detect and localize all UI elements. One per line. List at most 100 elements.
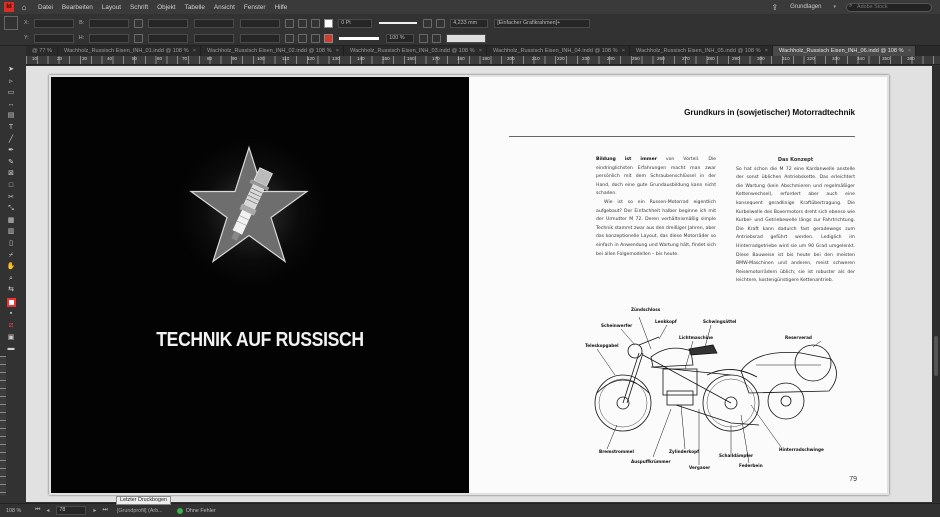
close-icon[interactable]: × xyxy=(193,46,196,56)
zoom-tool-icon[interactable]: ⌕ xyxy=(7,275,16,283)
menu-hilfe[interactable]: Hilfe xyxy=(275,4,288,11)
stock-search-input[interactable]: ⌕ Adobe Stock xyxy=(846,2,932,12)
text-column-left[interactable]: Bildung ist immer von Vorteil. Die eindr… xyxy=(596,156,716,259)
wrap-icon[interactable] xyxy=(432,33,442,43)
tab-document-2[interactable]: Wachholz_Russisch Eisen_INH_02.indd @ 10… xyxy=(201,46,344,56)
opacity-field[interactable]: 100 % xyxy=(386,33,415,43)
flip-vertical-icon[interactable] xyxy=(298,33,308,43)
stroke-type-preview[interactable] xyxy=(379,22,418,24)
rectangle-frame-tool-icon[interactable]: ⊠ xyxy=(7,170,16,178)
menu-datei[interactable]: Datei xyxy=(38,4,53,11)
scissors-tool-icon[interactable]: ✂ xyxy=(7,194,16,202)
rotate-icon[interactable] xyxy=(285,18,295,28)
menu-ansicht[interactable]: Ansicht xyxy=(214,4,235,11)
zoom-level[interactable]: 108 % xyxy=(6,508,32,514)
rotation-2-field[interactable] xyxy=(194,33,235,43)
stroke-swatch[interactable] xyxy=(324,33,334,43)
scale-y-field[interactable] xyxy=(148,33,189,43)
profile-selector[interactable]: [Grundprofil] (Arb... xyxy=(117,508,163,514)
tab-document-6-active[interactable]: Wachholz_Russisch Eisen_INH_06.indd @ 10… xyxy=(773,46,916,56)
stroke-style-preview[interactable] xyxy=(339,36,380,40)
next-page-icon[interactable]: ▸ xyxy=(93,507,96,514)
horizontal-ruler[interactable]: 10 20 30 40 50 60 70 80 90 100 110 120 130 140 150 160 1… xyxy=(26,56,940,65)
rectangle-tool-icon[interactable]: □ xyxy=(7,182,16,190)
link-icon[interactable] xyxy=(134,33,144,43)
constrain-proportions-icon[interactable] xyxy=(134,18,144,28)
cover-title[interactable]: TECHNIK AUF RUSSISCH xyxy=(76,329,444,352)
tab-document-1[interactable]: Wachholz_Russisch Eisen_INH_01.indd @ 10… xyxy=(58,46,201,56)
close-icon[interactable]: × xyxy=(622,46,625,56)
menu-layout[interactable]: Layout xyxy=(102,4,121,11)
reference-point-icon[interactable] xyxy=(4,16,18,30)
page-tool-icon[interactable]: ▭ xyxy=(7,89,16,97)
chevron-down-icon[interactable]: ▾ xyxy=(833,4,836,10)
scale-x-field[interactable] xyxy=(148,18,189,28)
direct-selection-tool-icon[interactable]: ▹ xyxy=(7,78,16,86)
object-style-select[interactable]: [Einfacher Grafikrahmen]+ xyxy=(494,18,591,28)
stroke-color-field[interactable] xyxy=(446,33,487,43)
w-field[interactable] xyxy=(89,18,130,28)
select-content-icon[interactable] xyxy=(311,33,321,43)
tab-document-4[interactable]: Wachholz_Russisch Eisen_INH_04.indd @ 10… xyxy=(487,46,630,56)
menu-objekt[interactable]: Objekt xyxy=(157,4,175,11)
apply-none-icon[interactable]: ⧄ xyxy=(7,322,16,330)
gradient-tool-icon[interactable]: ▦ xyxy=(7,217,16,225)
close-icon[interactable]: × xyxy=(765,46,768,56)
content-collector-icon[interactable]: ▤ xyxy=(7,112,16,120)
last-page-icon[interactable]: ⏭ xyxy=(102,507,107,514)
width-field[interactable]: 4,233 mm xyxy=(450,18,489,28)
motorcycle-diagram[interactable]: Zündschloss Scheinwerfer Lenkkopf Schwin… xyxy=(581,305,866,480)
close-icon[interactable]: × xyxy=(336,46,339,56)
vertical-ruler[interactable] xyxy=(0,356,6,496)
home-icon[interactable]: ⌂ xyxy=(18,3,30,12)
y-field[interactable] xyxy=(33,33,74,43)
h-field[interactable] xyxy=(89,33,130,43)
type-tool-icon[interactable]: T xyxy=(7,124,16,132)
drop-shadow-icon[interactable] xyxy=(419,33,429,43)
apply-color-icon[interactable]: ▪ xyxy=(7,310,16,318)
star-spark-plug-graphic[interactable] xyxy=(189,143,309,268)
hand-tool-icon[interactable]: ✋ xyxy=(7,263,16,271)
pen-tool-icon[interactable]: ✒ xyxy=(7,147,16,155)
right-page[interactable]: Grundkurs in (sowjetischer) Motorradtech… xyxy=(469,77,887,493)
menu-schrift[interactable]: Schrift xyxy=(130,4,148,11)
tab-document-5[interactable]: Wachholz_Russisch Eisen_INH_05.indd @ 10… xyxy=(630,46,773,56)
view-mode-icon[interactable]: ▣ xyxy=(7,334,16,342)
pencil-tool-icon[interactable]: ✎ xyxy=(7,159,16,167)
vertical-scrollbar[interactable] xyxy=(932,66,940,502)
share-icon[interactable]: ⇪ xyxy=(771,3,778,12)
flip-horizontal-icon[interactable] xyxy=(298,18,308,28)
menu-bearbeiten[interactable]: Bearbeiten xyxy=(62,4,93,11)
select-container-icon[interactable] xyxy=(311,18,321,28)
shear-field[interactable] xyxy=(240,18,281,28)
line-tool-icon[interactable]: ╱ xyxy=(7,136,16,144)
free-transform-tool-icon[interactable]: ⤡ xyxy=(7,205,16,213)
preflight-status[interactable]: Ohne Fehler xyxy=(176,507,216,514)
corner-options-icon[interactable] xyxy=(436,18,446,28)
rotation-field[interactable] xyxy=(194,18,235,28)
rotate-ccw-icon[interactable] xyxy=(285,33,295,43)
swap-colors-icon[interactable]: ⇆ xyxy=(7,286,16,294)
tab-document-0[interactable]: @ 77 % xyxy=(26,46,58,56)
close-icon[interactable]: × xyxy=(479,46,482,56)
fill-swatch[interactable] xyxy=(324,18,334,28)
scroll-thumb[interactable] xyxy=(934,336,938,376)
eyedropper-tool-icon[interactable]: ⌿ xyxy=(7,252,16,260)
text-column-right[interactable]: Das Konzept So hat schon die M 72 eine K… xyxy=(736,156,855,286)
selection-tool-icon[interactable]: ➤ xyxy=(7,66,16,74)
note-tool-icon[interactable]: ▯ xyxy=(7,240,16,248)
screen-mode-icon[interactable]: ▬ xyxy=(7,345,16,353)
menu-fenster[interactable]: Fenster xyxy=(244,4,266,11)
workspace-switcher[interactable]: Grundlagen xyxy=(790,4,821,10)
fill-stroke-swatch[interactable] xyxy=(6,297,16,307)
close-icon[interactable]: × xyxy=(908,46,911,56)
chapter-heading[interactable]: Grundkurs in (sowjetischer) Motorradtech… xyxy=(684,108,855,117)
prev-page-icon[interactable]: ◂ xyxy=(46,507,49,514)
page-number-field[interactable]: 78 xyxy=(56,506,87,515)
gradient-feather-icon[interactable]: ▥ xyxy=(7,228,16,236)
first-page-icon[interactable]: ⏮ xyxy=(35,507,40,514)
shear-2-field[interactable] xyxy=(240,33,281,43)
x-field[interactable] xyxy=(34,18,75,28)
tab-document-3[interactable]: Wachholz_Russisch Eisen_INH_03.indd @ 10… xyxy=(344,46,487,56)
left-page[interactable]: TECHNIK AUF RUSSISCH xyxy=(51,77,469,493)
